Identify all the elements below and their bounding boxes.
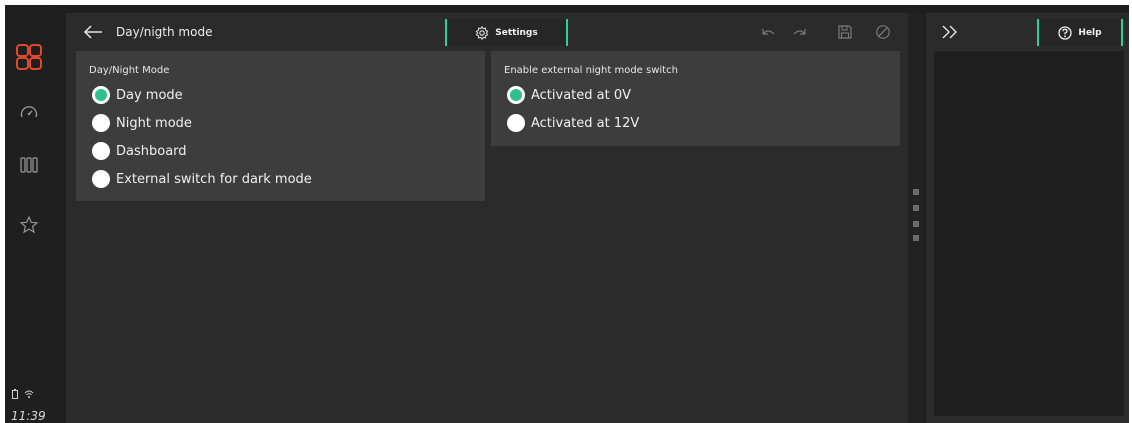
radio-external-switch[interactable]: External switch for dark mode bbox=[92, 168, 312, 190]
dashboard-gauge-icon bbox=[20, 106, 38, 118]
undo-icon bbox=[762, 29, 775, 35]
radio-day-mode[interactable]: Day mode bbox=[92, 84, 183, 106]
top-bar: Day/nigth mode Settings bbox=[66, 13, 908, 51]
radio-label: Activated at 12V bbox=[531, 115, 640, 131]
expand-chevrons-icon[interactable] bbox=[940, 23, 960, 41]
day-night-panel-title: Day/Night Mode bbox=[89, 65, 170, 76]
radio-dashboard[interactable]: Dashboard bbox=[92, 140, 187, 162]
cancel-icon bbox=[876, 25, 890, 39]
wifi-icon bbox=[24, 390, 34, 398]
radio-label: External switch for dark mode bbox=[116, 171, 312, 187]
radio-button[interactable] bbox=[92, 142, 110, 160]
drag-grip-icon bbox=[913, 205, 919, 211]
radio-label: Night mode bbox=[116, 115, 192, 131]
radio-activated-0v[interactable]: Activated at 0V bbox=[507, 84, 631, 106]
help-tab-label: Help bbox=[1078, 27, 1102, 38]
rail-item-apps[interactable] bbox=[5, 37, 53, 77]
redo-button[interactable] bbox=[790, 23, 810, 41]
radio-button[interactable] bbox=[92, 114, 110, 132]
radio-label: Activated at 0V bbox=[531, 87, 632, 103]
drag-grip-icon bbox=[913, 221, 919, 227]
back-arrow-icon[interactable] bbox=[82, 22, 104, 42]
drag-grip-icon bbox=[913, 235, 919, 241]
main-pane: Day/nigth mode Settings Day/Night Mode D… bbox=[66, 13, 908, 423]
external-switch-panel-title: Enable external night mode switch bbox=[504, 65, 678, 76]
help-icon bbox=[1058, 25, 1073, 40]
columns-icon bbox=[20, 157, 38, 173]
radio-button-selected[interactable] bbox=[507, 86, 525, 104]
battery-icon bbox=[12, 389, 18, 399]
radio-activated-12v[interactable]: Activated at 12V bbox=[507, 112, 639, 134]
pane-divider[interactable] bbox=[908, 13, 924, 423]
undo-button[interactable] bbox=[758, 23, 778, 41]
gear-icon bbox=[475, 25, 489, 40]
save-icon bbox=[838, 25, 852, 39]
clock-time: 11:39 bbox=[11, 409, 46, 423]
rail-item-favorites[interactable] bbox=[5, 205, 53, 245]
radio-button[interactable] bbox=[507, 114, 525, 132]
radio-label: Dashboard bbox=[116, 143, 187, 159]
page-title: Day/nigth mode bbox=[116, 25, 213, 39]
radio-night-mode[interactable]: Night mode bbox=[92, 112, 192, 134]
help-content-area bbox=[934, 51, 1124, 416]
radio-button-selected[interactable] bbox=[92, 86, 110, 104]
status-indicators bbox=[12, 389, 34, 399]
favorites-star-icon bbox=[19, 215, 39, 234]
drag-grip-icon bbox=[913, 189, 919, 195]
cancel-button[interactable] bbox=[873, 23, 893, 41]
radio-button[interactable] bbox=[92, 170, 110, 188]
redo-icon bbox=[793, 29, 806, 35]
tab-settings[interactable]: Settings bbox=[445, 19, 568, 46]
radio-label: Day mode bbox=[116, 87, 183, 103]
tab-help[interactable]: Help bbox=[1037, 19, 1123, 46]
help-pane: Help bbox=[926, 13, 1129, 423]
left-rail: 11:39 bbox=[5, 5, 53, 423]
save-button[interactable] bbox=[835, 23, 855, 41]
external-switch-panel: Enable external night mode switch Activa… bbox=[491, 51, 900, 146]
apps-icon bbox=[16, 44, 42, 70]
rail-item-dashboard[interactable] bbox=[5, 93, 53, 133]
rail-item-columns[interactable] bbox=[5, 145, 53, 185]
settings-tab-label: Settings bbox=[495, 27, 538, 38]
day-night-panel: Day/Night Mode Day mode Night mode Dashb… bbox=[76, 51, 485, 201]
